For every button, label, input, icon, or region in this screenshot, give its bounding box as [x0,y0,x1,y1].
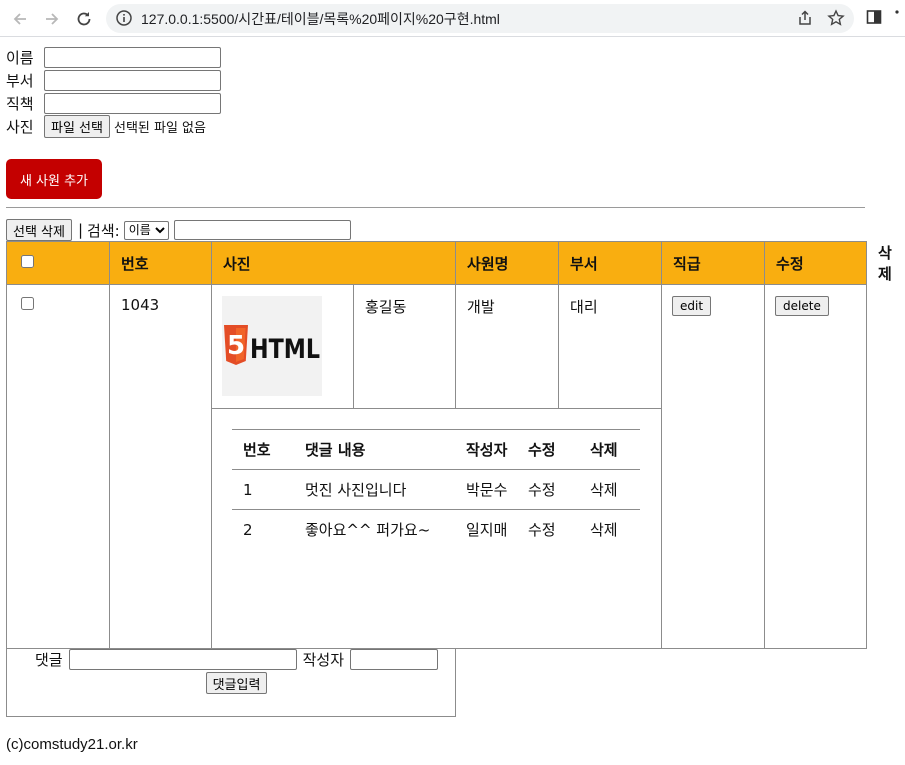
header-photo: 사진 [210,241,457,285]
header-select-all [6,241,110,285]
header-edit: 수정 [764,241,868,285]
employee-id: 1043 [109,284,212,649]
comment-header-edit: 수정 [517,429,579,470]
toolbar-separator: | [77,221,84,239]
dept-row: 부서 [6,69,221,91]
share-icon[interactable] [796,9,814,27]
list-toolbar: 선택 삭제 | 검색: 이름 [6,219,351,241]
header-rank: 직급 [661,241,766,285]
name-input[interactable] [44,46,221,68]
header-dept: 부서 [558,241,663,285]
employee-dept: 개발 [455,284,560,409]
comment-header-number: 번호 [232,429,294,470]
edit-cell: edit [661,284,766,649]
comment-author-label: 작성자 [302,651,345,669]
delete-cell: delete [764,284,868,649]
position-label: 직책 [6,94,34,113]
comment-delete-link[interactable]: 삭제 [579,469,640,510]
comment-form-fields: 댓글 작성자 [18,649,455,670]
comment-author-input[interactable] [350,649,439,670]
name-row: 이름 [6,46,221,68]
add-employee-button[interactable]: 새 사원 추가 [6,159,102,199]
employee-photo-cell: 5 HTML [211,284,354,409]
comments-header-row: 번호 댓글 내용 작성자 수정 삭제 [232,429,640,470]
search-field-select[interactable]: 이름 [123,220,169,240]
comment-label: 댓글 [35,651,63,669]
search-input[interactable] [173,220,351,240]
comment-delete-link[interactable]: 삭제 [579,509,640,549]
star-icon[interactable] [827,9,845,27]
search-label: 검색: [87,221,120,240]
comment-author: 박문수 [455,469,517,510]
comment-content: 멋진 사진입니다 [294,469,455,510]
comments-cell: 번호 댓글 내용 작성자 수정 삭제 1 멋진 사진입니다 박문수 수정 삭제 [210,408,663,649]
comment-submit-button[interactable]: 댓글입력 [205,672,268,694]
back-button[interactable] [7,6,33,32]
address-bar[interactable]: 127.0.0.1:5500/시간표/테이블/목록%20페이지%20구현.htm… [106,4,854,33]
table-header-row: 번호 사진 사원명 부서 직급 수정 삭제 [6,241,892,285]
svg-text:5: 5 [227,331,245,361]
html-logo-text: HTML [250,334,320,365]
comment-author: 일지매 [455,509,517,549]
comments-table: 번호 댓글 내용 작성자 수정 삭제 1 멋진 사진입니다 박문수 수정 삭제 [232,429,640,549]
photo-label: 사진 [6,117,34,136]
header-number: 번호 [109,241,212,285]
comment-edit-link[interactable]: 수정 [517,509,579,549]
info-icon[interactable] [115,9,133,27]
table-row: 1043 5 HTML 홍길동 개발 대리 edit delete [6,284,868,649]
arrow-left-icon [13,13,26,25]
comment-form: 댓글 작성자 댓글입력 [5,648,457,717]
comment-form-row: 댓글 작성자 댓글입력 [5,648,867,717]
url-text[interactable]: 127.0.0.1:5500/시간표/테이블/목록%20페이지%20구현.htm… [141,9,500,29]
employee-rank: 대리 [558,284,663,409]
comment-edit-link[interactable]: 수정 [517,469,579,510]
edit-button[interactable]: edit [672,296,712,316]
photo-row: 사진 파일 선택 선택된 파일 없음 [6,114,206,138]
comment-header-author: 작성자 [455,429,517,470]
divider [6,207,865,208]
menu-icon[interactable] [892,9,902,27]
position-row: 직책 [6,92,221,114]
delete-selected-button[interactable]: 선택 삭제 [6,219,72,241]
comment-header-delete: 삭제 [579,429,640,470]
side-panel-icon[interactable] [866,9,882,25]
position-input[interactable] [44,92,221,114]
employee-photo: 5 HTML [222,296,322,396]
delete-button[interactable]: delete [775,296,829,316]
html5-logo-icon: 5 HTML [224,325,320,365]
comment-input[interactable] [68,649,297,670]
reload-button[interactable] [71,6,97,32]
comment-row: 1 멋진 사진입니다 박문수 수정 삭제 [232,469,640,510]
comment-content: 좋아요^^ 퍼가요~ [294,509,455,549]
arrow-right-icon [46,13,59,25]
comment-row: 2 좋아요^^ 퍼가요~ 일지매 수정 삭제 [232,509,640,549]
comment-header-content: 댓글 내용 [294,429,455,470]
header-name: 사원명 [455,241,560,285]
name-label: 이름 [6,48,34,67]
row-checkbox-cell [6,284,110,649]
employee-table: 번호 사진 사원명 부서 직급 수정 삭제 1043 5 HTML 홍길동 개발… [5,241,892,717]
row-checkbox[interactable] [21,297,34,310]
dept-label: 부서 [6,71,34,90]
employee-name: 홍길동 [352,284,457,409]
file-select-button[interactable]: 파일 선택 [44,114,110,138]
file-status: 선택된 파일 없음 [113,120,206,136]
footer-copyright: (c)comstudy21.or.kr [6,736,138,753]
reload-icon [77,12,91,26]
forward-button[interactable] [39,6,65,32]
browser-toolbar: 127.0.0.1:5500/시간표/테이블/목록%20페이지%20구현.htm… [0,0,905,37]
dept-input[interactable] [44,69,221,91]
comment-number: 2 [232,509,294,549]
comment-number: 1 [232,469,294,510]
select-all-checkbox[interactable] [21,255,34,268]
